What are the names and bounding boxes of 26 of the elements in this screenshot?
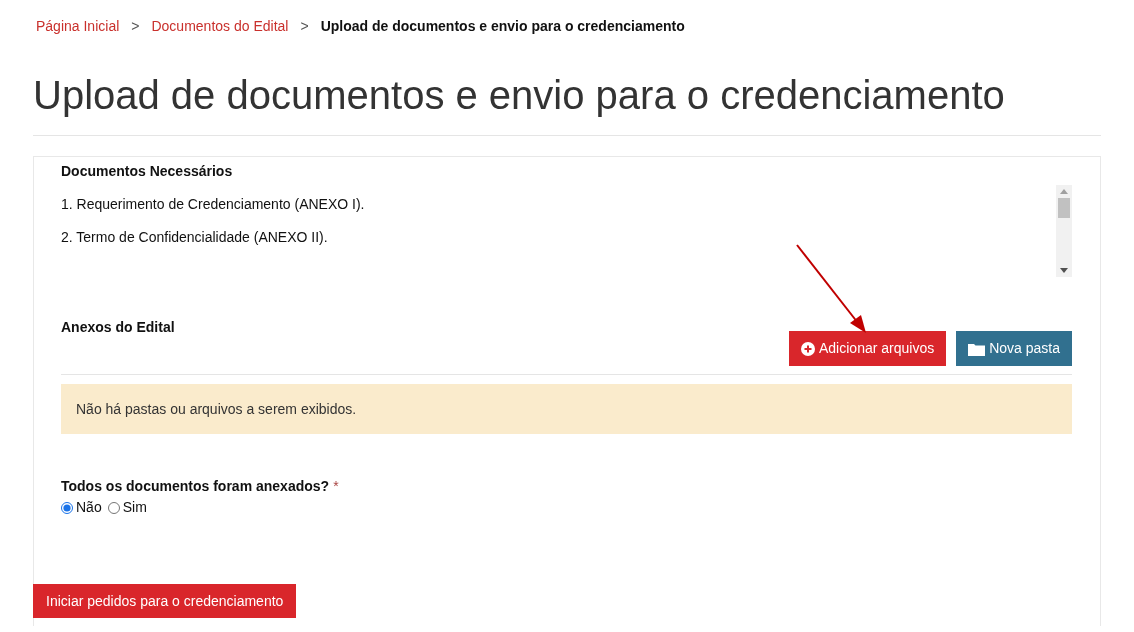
scroll-down-icon[interactable] <box>1060 268 1068 273</box>
add-files-button[interactable]: Adicionar arquivos <box>789 331 947 366</box>
new-folder-button[interactable]: Nova pasta <box>956 331 1072 366</box>
breadcrumb-current: Upload de documentos e envio para o credenciamento <box>320 17 685 36</box>
breadcrumb-separator: > <box>131 17 140 36</box>
breadcrumb-separator: > <box>300 17 309 36</box>
section-heading: Anexos do Edital <box>61 318 175 337</box>
start-requests-button[interactable]: Iniciar pedidos para o credenciamento <box>33 584 297 618</box>
document-item: 2. Termo de Confidencialidade (ANEXO II). <box>61 228 329 247</box>
scrollbar-thumb[interactable] <box>1058 198 1070 218</box>
page-title: Upload de documentos e envio para o credenciamento <box>33 72 1006 119</box>
scrollbar[interactable] <box>1056 185 1072 277</box>
radio-button[interactable] <box>107 501 120 514</box>
plus-circle-icon <box>801 341 815 356</box>
scroll-up-icon[interactable] <box>1060 189 1068 194</box>
radio-label: Não <box>76 498 102 517</box>
question-label: Todos os documentos foram anexados? <box>61 477 330 496</box>
radio-button[interactable] <box>61 501 73 514</box>
empty-notice: Não há pastas ou arquivos a serem exibidos. <box>61 384 1072 434</box>
folder-icon <box>968 341 986 356</box>
breadcrumb-link[interactable]: Página Inicial <box>36 16 120 37</box>
radio-label: Sim <box>122 498 147 517</box>
document-item: 1. Requerimento de Credenciamento (ANEXO I). <box>61 195 366 214</box>
breadcrumb-link[interactable]: Documentos do Edital <box>151 16 289 37</box>
section-heading: Documentos Necessários <box>61 162 234 181</box>
required-mark: * <box>333 477 339 496</box>
